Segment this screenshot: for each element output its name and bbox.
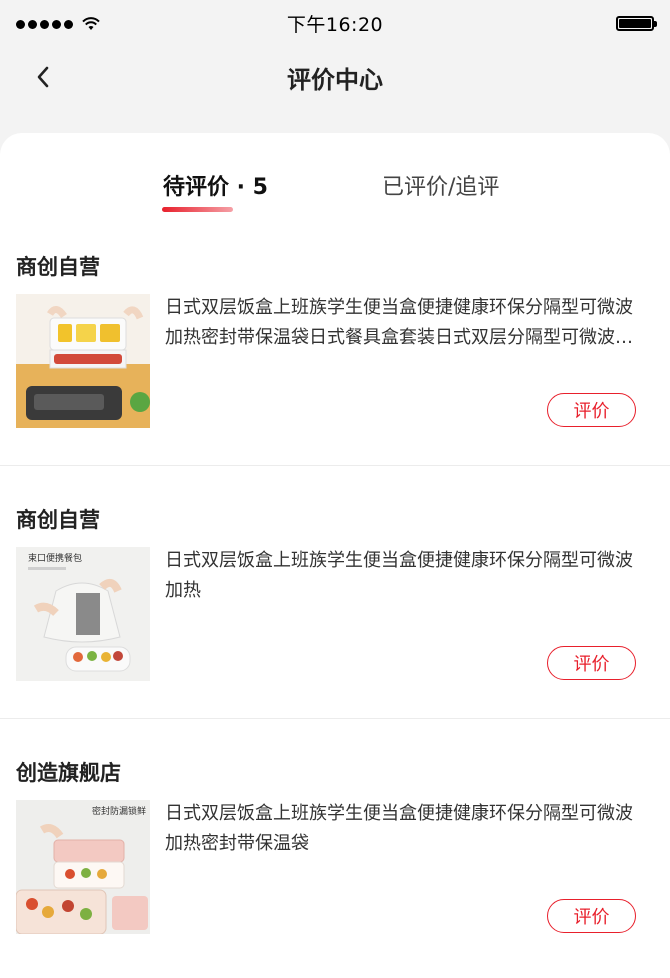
chevron-left-icon (37, 66, 49, 88)
review-list-card: 待评价 · 5 已评价/追评 商创自营 日式双层饭盒上班族学生便当盒便捷健康环保… (0, 133, 670, 978)
page-title: 评价中心 (287, 65, 383, 94)
product-title[interactable]: 日式双层饭盒上班族学生便当盒便捷健康环保分隔型可微波加热密封带保温袋 (165, 799, 645, 859)
back-button[interactable] (26, 60, 60, 94)
shop-name: 创造旗舰店 (16, 761, 121, 785)
product-title[interactable]: 日式双层饭盒上班族学生便当盒便捷健康环保分隔型可微波加热 (165, 546, 645, 606)
nav-bar: 评价中心 (0, 46, 670, 108)
order-item: 商创自营 日式双层饭盒上班族学生便当盒便捷健康环保分隔型可微波加热密封带保温袋日… (0, 133, 670, 466)
product-image[interactable]: 密封防漏锁鲜 (16, 800, 150, 934)
order-item: 创造旗舰店 密封防漏锁鲜 日式双层饭盒上班族学生便当盒便捷健康环保分隔型可微波加… (0, 639, 670, 934)
signal-strength-icon (16, 17, 100, 31)
product-image-caption: 束口便携餐包 (28, 552, 82, 564)
battery-icon (616, 16, 657, 31)
status-time: 下午16:20 (286, 13, 384, 36)
product-title[interactable]: 日式双层饭盒上班族学生便当盒便捷健康环保分隔型可微波加热密封带保温袋日式餐具盒套… (165, 293, 645, 353)
status-bar: 下午16:20 (0, 0, 670, 46)
shop-name: 商创自营 (16, 508, 100, 532)
review-button[interactable]: 评价 (547, 899, 636, 933)
shop-name: 商创自营 (16, 255, 100, 279)
order-item: 商创自营 束口便携餐包 日式双层饭盒上班族学生便当盒便捷健康环保分隔型可微波加热… (0, 386, 670, 719)
wifi-icon (82, 17, 100, 31)
product-image-caption: 密封防漏锁鲜 (92, 805, 146, 817)
